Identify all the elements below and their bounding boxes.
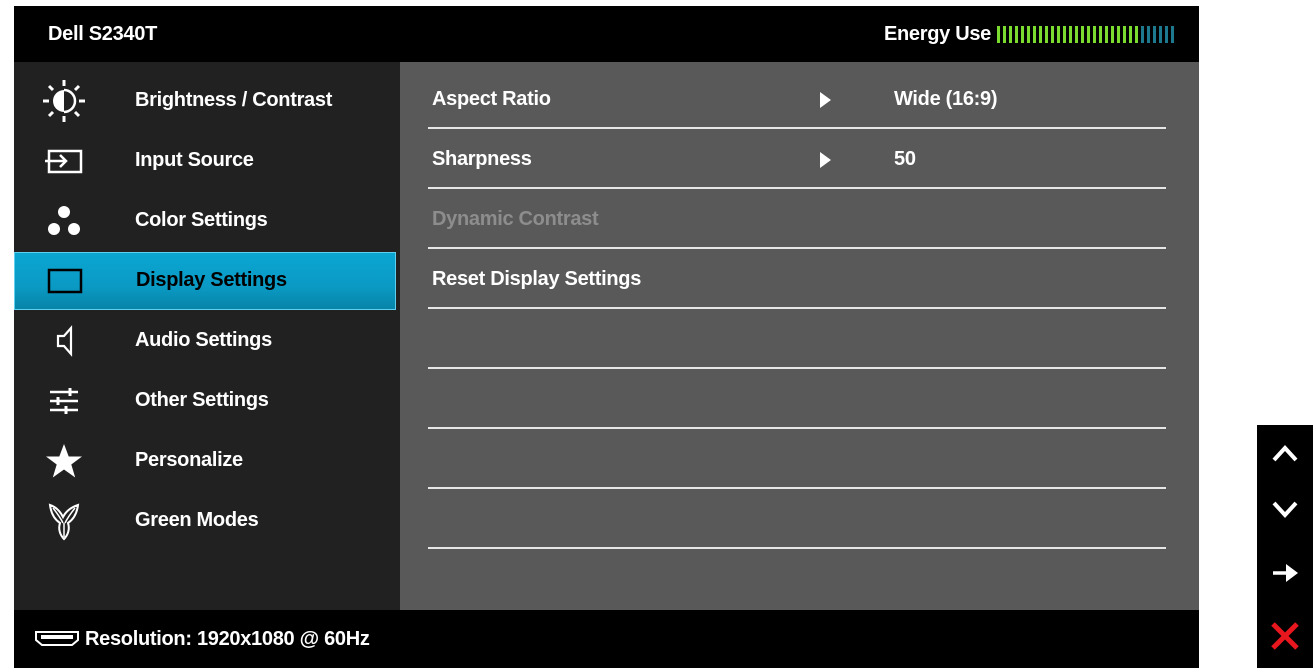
setting-name: Reset Display Settings xyxy=(432,268,642,290)
energy-use-label: Energy Use xyxy=(883,23,991,45)
resolution-text: Resolution: 1920x1080 @ 60Hz xyxy=(85,628,370,650)
energy-segment xyxy=(1123,26,1126,43)
energy-segment xyxy=(1171,26,1174,43)
star-icon xyxy=(32,431,96,491)
menu-item-label: Personalize xyxy=(135,449,243,471)
menu-item-audio-settings[interactable]: Audio Settings xyxy=(14,311,396,371)
setting-value: Wide (16:9) xyxy=(894,88,998,110)
setting-row-empty xyxy=(428,429,1166,489)
main-menu: Brightness / Contrast Input Source Color… xyxy=(14,62,400,610)
energy-segment xyxy=(1057,26,1060,43)
input-source-icon xyxy=(32,131,96,191)
setting-row-sharpness[interactable]: Sharpness 50 xyxy=(428,129,1166,189)
energy-segment xyxy=(1015,26,1018,43)
energy-segment xyxy=(1165,26,1168,43)
energy-segment xyxy=(1033,26,1036,43)
menu-item-label: Audio Settings xyxy=(135,329,272,351)
brightness-icon xyxy=(32,71,96,131)
energy-segment xyxy=(1075,26,1078,43)
energy-segment xyxy=(1093,26,1096,43)
energy-segment xyxy=(1099,26,1102,43)
menu-item-green-modes[interactable]: Green Modes xyxy=(14,491,396,551)
energy-segment xyxy=(1141,26,1144,43)
chevron-up-icon xyxy=(1270,442,1300,469)
energy-segment xyxy=(1147,26,1150,43)
setting-row-empty xyxy=(428,309,1166,369)
menu-item-brightness-contrast[interactable]: Brightness / Contrast xyxy=(14,71,396,131)
down-button[interactable] xyxy=(1257,484,1313,540)
menu-item-label: Input Source xyxy=(135,149,254,171)
energy-segment xyxy=(1021,26,1024,43)
energy-segment xyxy=(1129,26,1132,43)
enter-button[interactable] xyxy=(1257,547,1313,603)
setting-row-dynamic-contrast: Dynamic Contrast xyxy=(428,189,1166,249)
osd-window: Dell S2340T Energy Use Brightness / Cont… xyxy=(14,6,1199,668)
arrow-right-icon xyxy=(1270,561,1300,590)
setting-name: Dynamic Contrast xyxy=(432,208,599,230)
energy-use-meter: Energy Use xyxy=(884,23,1177,46)
energy-segment xyxy=(1045,26,1048,43)
menu-item-label: Other Settings xyxy=(135,389,269,411)
setting-row-reset-display-settings[interactable]: Reset Display Settings xyxy=(428,249,1166,309)
close-icon xyxy=(1269,620,1301,657)
menu-item-label: Display Settings xyxy=(136,269,287,291)
submenu-arrow-icon xyxy=(820,152,831,168)
display-icon xyxy=(33,253,97,309)
up-button[interactable] xyxy=(1257,427,1313,483)
speaker-icon xyxy=(32,311,96,371)
energy-segment xyxy=(1003,26,1006,43)
energy-segment xyxy=(1159,26,1162,43)
status-bar: Resolution: 1920x1080 @ 60Hz xyxy=(14,610,1199,668)
setting-name: Aspect Ratio xyxy=(432,88,551,110)
energy-segment xyxy=(1051,26,1054,43)
energy-segment xyxy=(1135,26,1138,43)
setting-name: Sharpness xyxy=(432,148,532,170)
energy-segment xyxy=(1153,26,1156,43)
energy-segment xyxy=(1111,26,1114,43)
menu-item-other-settings[interactable]: Other Settings xyxy=(14,371,396,431)
setting-row-aspect-ratio[interactable]: Aspect Ratio Wide (16:9) xyxy=(428,69,1166,129)
title-bar: Dell S2340T Energy Use xyxy=(14,6,1199,62)
energy-segment xyxy=(1039,26,1042,43)
menu-item-personalize[interactable]: Personalize xyxy=(14,431,396,491)
energy-segment xyxy=(1117,26,1120,43)
setting-row-empty xyxy=(428,489,1166,549)
color-settings-icon xyxy=(32,191,96,251)
sliders-icon xyxy=(32,371,96,431)
energy-segment xyxy=(1087,26,1090,43)
submenu-arrow-icon xyxy=(820,92,831,108)
setting-row-empty xyxy=(428,369,1166,429)
energy-segment xyxy=(1105,26,1108,43)
menu-item-label: Green Modes xyxy=(135,509,259,531)
leaf-icon xyxy=(32,491,96,551)
menu-item-color-settings[interactable]: Color Settings xyxy=(14,191,396,251)
energy-segment xyxy=(1069,26,1072,43)
menu-item-display-settings[interactable]: Display Settings xyxy=(14,252,396,310)
chevron-down-icon xyxy=(1270,499,1300,526)
energy-segment xyxy=(1027,26,1030,43)
setting-value: 50 xyxy=(894,148,916,170)
energy-bars xyxy=(997,25,1177,45)
menu-item-label: Color Settings xyxy=(135,209,268,231)
energy-segment xyxy=(1081,26,1084,43)
menu-item-input-source[interactable]: Input Source xyxy=(14,131,396,191)
hdmi-connector-icon xyxy=(34,629,80,652)
display-settings-panel: Aspect Ratio Wide (16:9) Sharpness 50 Dy… xyxy=(400,62,1199,610)
exit-button[interactable] xyxy=(1257,610,1313,666)
hardware-button-strip xyxy=(1257,425,1313,668)
energy-segment xyxy=(1063,26,1066,43)
menu-item-label: Brightness / Contrast xyxy=(135,89,333,111)
energy-segment xyxy=(1009,26,1012,43)
window-title: Dell S2340T xyxy=(48,23,157,45)
energy-segment xyxy=(997,26,1000,43)
